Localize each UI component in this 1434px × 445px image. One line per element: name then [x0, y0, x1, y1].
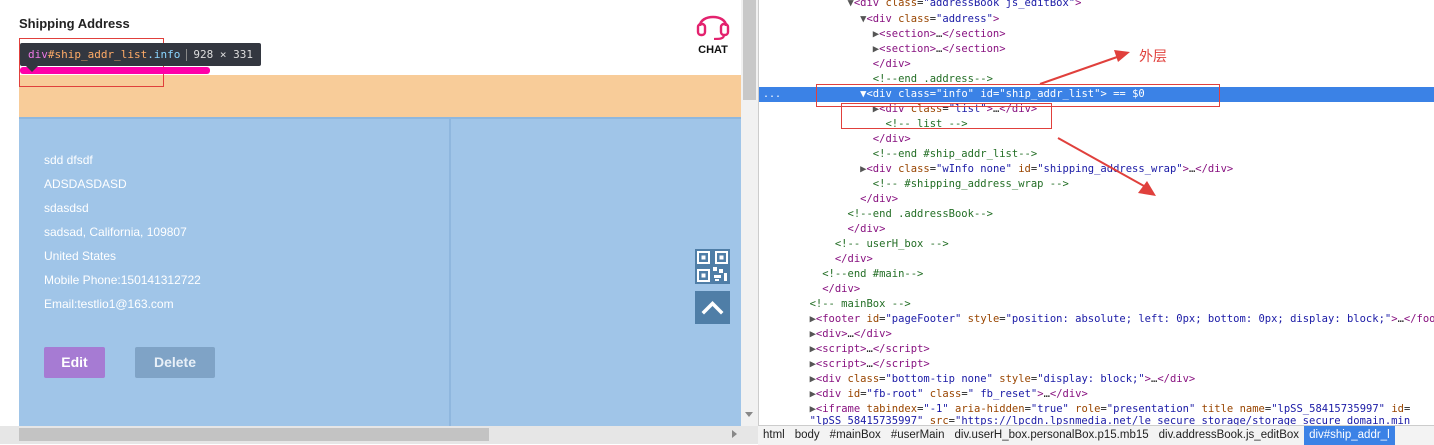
address-line: Email:testlio1@163.com	[44, 297, 174, 311]
chat-label: CHAT	[698, 44, 728, 56]
dom-node[interactable]: </div>	[759, 222, 1434, 237]
vertical-scroll-thumb[interactable]	[743, 0, 756, 100]
dom-node[interactable]: ▶<div id="fb-root" class=" fb_reset">…</…	[759, 387, 1434, 402]
devtools-elements-panel: ▼<div class="addressBook js_editBox"> ▼<…	[758, 0, 1434, 444]
dom-node[interactable]: <!--end #main-->	[759, 267, 1434, 282]
address-line: ADSDASDASD	[44, 177, 127, 191]
scroll-top-button[interactable]	[695, 291, 730, 324]
address-line: sadsad, California, 109807	[44, 225, 187, 239]
delete-button[interactable]: Delete	[135, 347, 215, 378]
dom-node[interactable]: ▼<div class="addressBook js_editBox">	[759, 0, 1434, 11]
dom-node[interactable]: ▶<section>…</section>	[759, 27, 1434, 42]
breadcrumb-item[interactable]: div.addressBook.js_editBox	[1154, 426, 1304, 445]
tooltip-tag: div	[28, 48, 48, 61]
address-block: sdd dfsdf ADSDASDASD sdasdsd sadsad, Cal…	[44, 148, 201, 316]
dom-node[interactable]: <!--end #ship_addr_list-->	[759, 147, 1434, 162]
annotation-label: 外层	[1139, 49, 1167, 65]
tooltip-id: #ship_addr_list	[47, 48, 148, 61]
dom-node[interactable]: </div>	[759, 57, 1434, 72]
breadcrumb-item[interactable]: div.userH_box.personalBox.p15.mb15	[950, 426, 1154, 445]
edit-button[interactable]: Edit	[44, 347, 105, 378]
dom-node[interactable]: ▶<script>…</script>	[759, 342, 1434, 357]
scroll-right-icon[interactable]	[732, 430, 737, 438]
horizontal-scroll-thumb[interactable]	[19, 428, 489, 441]
dom-node[interactable]: ▶<footer id="pageFooter" style="position…	[759, 312, 1434, 327]
chat-button[interactable]: CHAT	[692, 8, 734, 56]
breadcrumb-item[interactable]: #mainBox	[825, 426, 886, 445]
tooltip-separator	[186, 49, 188, 61]
dom-node[interactable]: <!-- #shipping_address_wrap -->	[759, 177, 1434, 192]
tooltip-class: .info	[147, 48, 181, 61]
address-line: sdd dfsdf	[44, 153, 93, 167]
page-viewport: Shipping Address CHAT sdd dfsdf ADSDASDA…	[0, 0, 758, 444]
tooltip-arrow	[26, 66, 38, 72]
dom-node[interactable]: ▶<div class="wInfo none" id="shipping_ad…	[759, 162, 1434, 177]
dom-node[interactable]: <!-- mainBox -->	[759, 297, 1434, 312]
dom-node[interactable]: ▶<div>…</div>	[759, 327, 1434, 342]
tooltip-size: 928 × 331	[193, 48, 253, 61]
qr-code-button[interactable]	[695, 249, 730, 284]
scroll-down-icon[interactable]	[745, 412, 753, 417]
element-highlight-bar	[20, 67, 210, 74]
headset-icon	[696, 15, 730, 40]
breadcrumb-item[interactable]: html	[758, 426, 790, 445]
chevron-up-icon	[701, 301, 724, 315]
breadcrumb: html body #mainBox #userMain div.userH_box.p…	[758, 425, 1434, 445]
dom-node[interactable]: <!-- userH_box -->	[759, 237, 1434, 252]
inspect-tooltip: div#ship_addr_list.info 928 × 331	[20, 43, 261, 66]
dom-node[interactable]: </div>	[759, 282, 1434, 297]
breadcrumb-item-active[interactable]: div#ship_addr_l	[1304, 426, 1395, 445]
dom-node[interactable]: ▶<section>…</section>	[759, 42, 1434, 57]
breadcrumb-item[interactable]: #userMain	[886, 426, 950, 445]
address-line: United States	[44, 249, 117, 263]
dom-node[interactable]: ▶<script>…</script>	[759, 357, 1434, 372]
address-line: Mobile Phone:150141312722	[44, 273, 201, 287]
dom-node[interactable]: <!--end .addressBook-->	[759, 207, 1434, 222]
dom-node[interactable]: ▼<div class="address">	[759, 12, 1434, 27]
dom-node[interactable]: ▶<div class="bottom-tip none" style="dis…	[759, 372, 1434, 387]
page-title: Shipping Address	[19, 16, 130, 31]
dom-node[interactable]: </div>	[759, 132, 1434, 147]
dom-node[interactable]: </div>	[759, 252, 1434, 267]
annotation-box-inner	[841, 103, 1052, 129]
breadcrumb-item[interactable]: body	[790, 426, 825, 445]
address-line: sdasdsd	[44, 201, 89, 215]
qr-code-icon	[695, 249, 730, 284]
node-menu-dots[interactable]: ...	[763, 87, 781, 102]
dom-node[interactable]: </div>	[759, 192, 1434, 207]
